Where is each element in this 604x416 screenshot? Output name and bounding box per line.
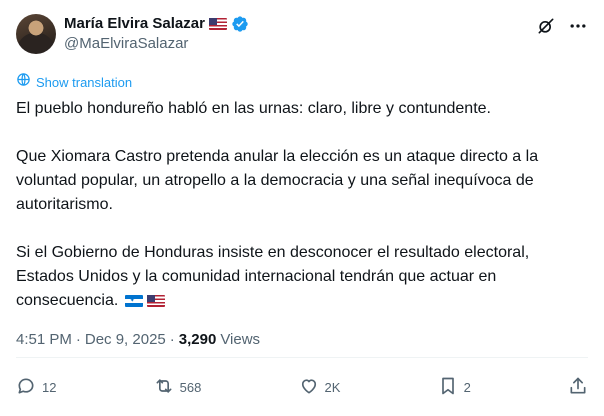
tweet-paragraph-last: Si el Gobierno de Honduras insiste en de… (16, 241, 588, 313)
tweet-time[interactable]: 4:51 PM (16, 331, 72, 348)
repost-icon (154, 376, 174, 399)
reply-icon (16, 376, 36, 399)
tweet-meta: 4:51 PM · Dec 9, 2025 · 3,290 Views (16, 329, 588, 349)
us-flag-icon (208, 18, 227, 30)
reply-button[interactable]: 12 (16, 376, 56, 399)
flag-emojis (124, 294, 165, 307)
reply-count: 12 (42, 379, 57, 395)
share-icon (568, 376, 588, 399)
tweet-date[interactable]: Dec 9, 2025 (85, 331, 166, 348)
author-name[interactable]: María Elvira Salazar (64, 14, 205, 34)
views-label: Views (220, 330, 261, 348)
views-count: 3,290 (178, 330, 217, 348)
repost-count: 568 (179, 379, 202, 395)
globe-icon (16, 72, 31, 92)
tweet-paragraph: El pueblo hondureño habló en las urnas: … (16, 100, 491, 117)
us-flag-icon (146, 294, 165, 307)
honduras-flag-icon (124, 294, 143, 307)
translate-row[interactable]: Show translation (16, 73, 588, 91)
like-count: 2K (324, 379, 341, 395)
action-bar: 12 568 2K 2 (16, 375, 588, 399)
bookmark-button[interactable]: 2 (438, 376, 471, 399)
show-translation-link[interactable]: Show translation (36, 75, 132, 90)
tweet: María Elvira Salazar @MaElviraSalazar Sh… (0, 0, 604, 416)
tweet-header: María Elvira Salazar @MaElviraSalazar (16, 14, 588, 58)
repost-button[interactable]: 568 (154, 376, 202, 399)
tweet-paragraph: Que Xiomara Castro pretenda anular la el… (16, 148, 539, 213)
like-icon (299, 376, 319, 399)
meta-separator: · (169, 330, 175, 348)
meta-separator: · (75, 330, 81, 348)
grok-icon[interactable] (536, 16, 556, 36)
verified-badge-icon (231, 15, 249, 33)
bookmark-count: 2 (463, 379, 471, 395)
like-button[interactable]: 2K (299, 376, 341, 399)
author-name-row: María Elvira Salazar (64, 14, 249, 34)
bookmark-icon (438, 376, 458, 399)
tweet-body: El pueblo hondureño habló en las urnas: … (16, 97, 588, 313)
more-icon[interactable] (568, 16, 588, 36)
author-handle[interactable]: @MaElviraSalazar (64, 34, 249, 54)
author-identity: María Elvira Salazar @MaElviraSalazar (64, 14, 249, 54)
top-actions (536, 14, 588, 36)
tweet-paragraph-text: Si el Gobierno de Honduras insiste en de… (16, 244, 530, 309)
divider (16, 357, 588, 358)
avatar[interactable] (16, 14, 56, 54)
share-button[interactable] (568, 376, 588, 399)
